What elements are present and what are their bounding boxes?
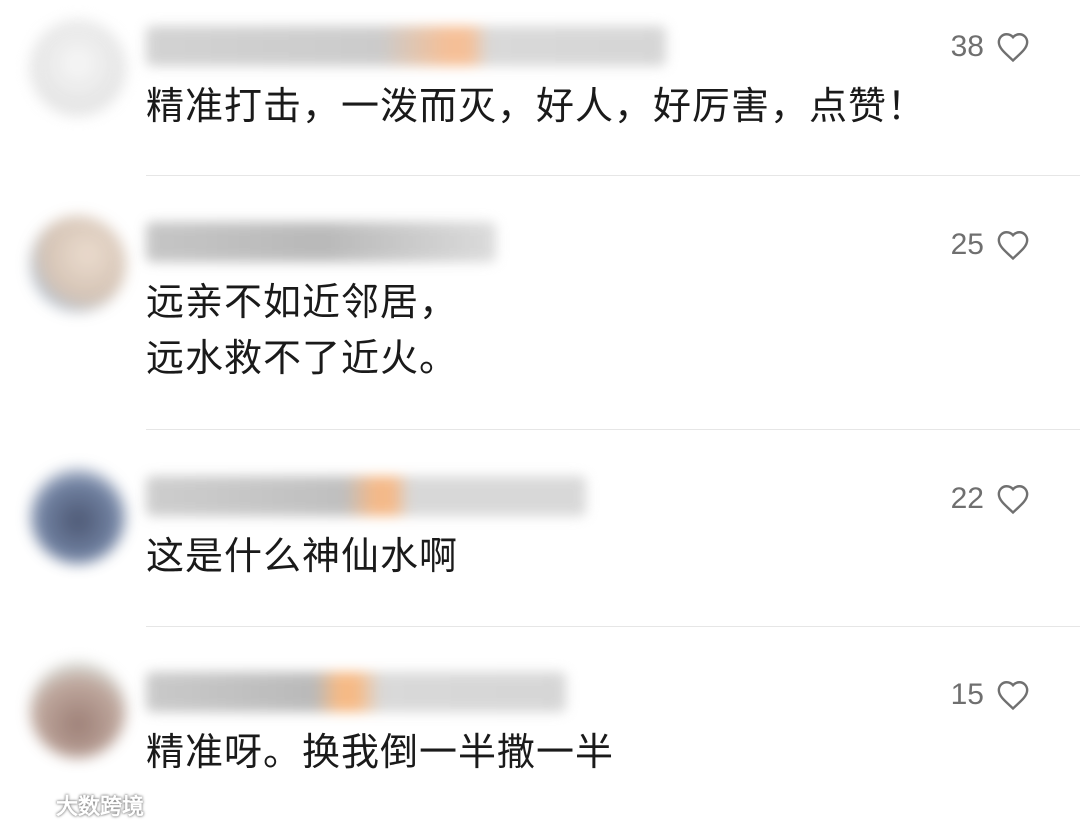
avatar[interactable] <box>30 20 126 116</box>
username-blurred[interactable] <box>146 672 566 712</box>
like-control[interactable]: 15 <box>951 678 1030 712</box>
divider <box>146 175 1080 176</box>
like-control[interactable]: 22 <box>951 482 1030 516</box>
divider <box>146 626 1080 627</box>
username-blurred[interactable] <box>146 26 666 66</box>
watermark-text: 大数跨境 <box>56 795 145 820</box>
like-control[interactable]: 38 <box>951 30 1030 64</box>
heart-icon[interactable] <box>996 679 1030 711</box>
comment-text: 这是什么神仙水啊 <box>146 534 459 578</box>
heart-icon[interactable] <box>996 483 1030 515</box>
username-blurred[interactable] <box>146 476 586 516</box>
like-count: 15 <box>950 678 984 711</box>
comment-text: 精准打击，一泼而灭，好人，好厉害，点赞！ <box>146 84 927 128</box>
like-count: 38 <box>950 30 984 63</box>
username-blurred[interactable] <box>146 222 496 262</box>
heart-icon[interactable] <box>996 31 1030 63</box>
comment-text: 远亲不如近邻居， 远水救不了近火。 <box>146 280 459 380</box>
like-count: 22 <box>950 482 984 515</box>
avatar[interactable] <box>30 216 126 312</box>
avatar[interactable] <box>30 468 126 564</box>
comment-text: 精准呀。换我倒一半撒一半 <box>146 730 615 774</box>
like-count: 25 <box>950 228 984 261</box>
watermark: 大数跨境 <box>8 789 144 821</box>
avatar[interactable] <box>30 662 126 758</box>
watermark-logo-icon <box>10 794 51 817</box>
heart-icon[interactable] <box>996 229 1030 261</box>
like-control[interactable]: 25 <box>951 228 1030 262</box>
divider <box>146 429 1080 430</box>
